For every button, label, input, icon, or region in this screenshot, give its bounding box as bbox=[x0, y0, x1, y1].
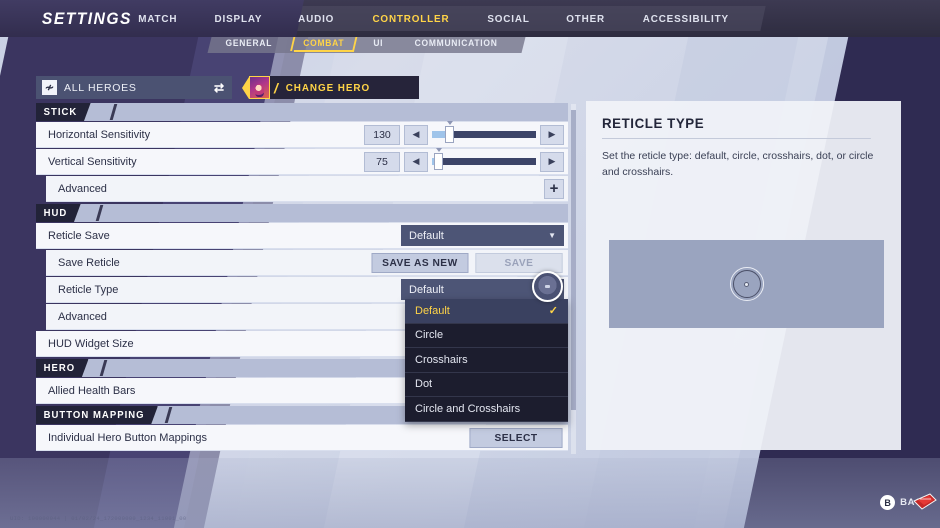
check-icon: ✓ bbox=[548, 305, 558, 318]
info-panel: RETICLE TYPE Set the reticle type: defau… bbox=[586, 101, 901, 450]
value-horizontal-sensitivity[interactable]: 130 bbox=[364, 124, 400, 145]
control-save-reticle: SAVE AS NEW SAVE bbox=[370, 252, 568, 273]
dropdown-option-circle-and-crosshairs-label: Circle and Crosshairs bbox=[415, 402, 521, 415]
dropdown-reticle-save-value: Default bbox=[409, 229, 444, 242]
reticle-preview-default-icon bbox=[729, 267, 764, 301]
section-slash-hud bbox=[95, 205, 104, 221]
page-title: SETTINGS bbox=[41, 8, 132, 28]
row-label-vertical-sensitivity: Vertical Sensitivity bbox=[48, 155, 137, 168]
row-label-reticle-save: Reticle Save bbox=[48, 229, 110, 242]
section-title-button-mapping: BUTTON MAPPING bbox=[36, 406, 158, 424]
save-button: SAVE bbox=[475, 252, 563, 273]
tab-social[interactable]: SOCIAL bbox=[471, 9, 545, 29]
row-label-reticle-type: Reticle Type bbox=[58, 283, 119, 296]
control-reticle-save: Default ▼ bbox=[401, 225, 568, 246]
info-panel-description: Set the reticle type: default, circle, c… bbox=[602, 150, 874, 179]
hero-portrait bbox=[249, 76, 270, 99]
control-stick-advanced: + bbox=[544, 178, 568, 199]
tab-other[interactable]: OTHER bbox=[550, 9, 621, 29]
cursor-dot-icon bbox=[545, 285, 550, 288]
b-button-icon: B bbox=[880, 495, 896, 510]
chevron-down-icon: ▼ bbox=[548, 231, 556, 240]
slider-tick-icon bbox=[435, 147, 442, 152]
row-save-reticle[interactable]: Save Reticle SAVE AS NEW SAVE bbox=[46, 250, 568, 276]
change-hero-label: CHANGE HERO bbox=[285, 81, 370, 94]
row-stick-advanced[interactable]: Advanced + bbox=[46, 176, 568, 202]
slider-vertical-sensitivity[interactable] bbox=[432, 147, 536, 172]
change-hero-group[interactable]: / CHANGE HERO bbox=[242, 76, 419, 99]
tab-match[interactable]: MATCH bbox=[122, 9, 193, 29]
row-label-save-reticle: Save Reticle bbox=[58, 256, 120, 269]
slider-knob[interactable] bbox=[434, 152, 443, 170]
slider-tick-icon bbox=[446, 120, 453, 125]
dropdown-option-default-label: Default bbox=[415, 304, 450, 317]
tab-display[interactable]: DISPLAY bbox=[198, 9, 278, 29]
info-panel-title: RETICLE TYPE bbox=[602, 115, 871, 139]
hand-cursor-icon bbox=[913, 493, 937, 510]
top-navigation-bar: SETTINGS MATCH DISPLAY AUDIO CONTROLLER … bbox=[0, 0, 940, 37]
dropdown-option-default[interactable]: Default ✓ bbox=[405, 299, 568, 324]
row-label-horizontal-sensitivity: Horizontal Sensitivity bbox=[48, 128, 151, 141]
increment-horizontal-sensitivity-icon[interactable]: ▶ bbox=[540, 124, 564, 145]
decrement-vertical-sensitivity-icon[interactable]: ◀ bbox=[404, 151, 428, 172]
tab-accessibility[interactable]: ACCESSIBILITY bbox=[627, 9, 745, 29]
tab-controller[interactable]: CONTROLLER bbox=[356, 9, 465, 29]
reticle-center-dot bbox=[745, 282, 748, 286]
row-horizontal-sensitivity[interactable]: Horizontal Sensitivity 130 ◀ ▶ bbox=[36, 120, 568, 148]
row-reticle-save[interactable]: Reticle Save Default ▼ bbox=[36, 223, 568, 249]
tab-audio[interactable]: AUDIO bbox=[283, 9, 351, 29]
section-title-hud: HUD bbox=[36, 204, 81, 222]
scrollbar-thumb[interactable] bbox=[571, 110, 576, 410]
dropdown-option-circle[interactable]: Circle bbox=[405, 324, 568, 348]
plus-icon[interactable]: + bbox=[544, 178, 564, 199]
control-horizontal-sensitivity: 130 ◀ ▶ bbox=[364, 120, 568, 145]
hero-roster-icon: ≁ bbox=[42, 80, 57, 95]
decrement-horizontal-sensitivity-icon[interactable]: ◀ bbox=[404, 124, 428, 145]
change-hero-button[interactable]: / CHANGE HERO bbox=[270, 76, 419, 99]
dropdown-option-crosshairs[interactable]: Crosshairs bbox=[405, 348, 568, 373]
subtab-combat-label: COMBAT bbox=[302, 38, 344, 48]
section-slash-stick bbox=[109, 104, 118, 120]
change-hero-slash-icon: / bbox=[274, 79, 278, 96]
section-slash-button-mapping bbox=[164, 407, 173, 423]
section-header-stick: STICK bbox=[36, 103, 568, 121]
main-tabs: MATCH DISPLAY AUDIO CONTROLLER SOCIAL OT… bbox=[120, 6, 749, 31]
subtab-combat-underline bbox=[293, 50, 354, 52]
control-individual-hero-button-mappings: SELECT bbox=[468, 427, 568, 448]
section-header-hud: HUD bbox=[36, 204, 568, 222]
row-label-stick-advanced: Advanced bbox=[58, 182, 107, 195]
all-heroes-label: ALL HEROES bbox=[64, 81, 137, 94]
dropdown-option-crosshairs-label: Crosshairs bbox=[415, 353, 468, 366]
build-version-text: UID: 100000944 | 01/02/24_172000000_1234… bbox=[10, 515, 187, 522]
save-as-new-button[interactable]: SAVE AS NEW bbox=[371, 252, 469, 273]
select-button[interactable]: SELECT bbox=[469, 427, 563, 448]
dropdown-option-circle-and-crosshairs[interactable]: Circle and Crosshairs bbox=[405, 397, 568, 422]
slider-horizontal-sensitivity[interactable] bbox=[432, 120, 536, 145]
dropdown-option-dot[interactable]: Dot bbox=[405, 373, 568, 397]
section-title-hero: HERO bbox=[36, 359, 89, 377]
section-title-stick: STICK bbox=[36, 103, 91, 121]
row-individual-hero-button-mappings[interactable]: Individual Hero Button Mappings SELECT bbox=[36, 425, 568, 451]
dropdown-reticle-type-value: Default bbox=[409, 283, 444, 296]
row-label-individual-hero-button-mappings: Individual Hero Button Mappings bbox=[48, 431, 207, 444]
dropdown-option-dot-label: Dot bbox=[415, 378, 433, 391]
reticle-preview-box bbox=[609, 240, 884, 328]
control-vertical-sensitivity: 75 ◀ ▶ bbox=[364, 147, 568, 172]
increment-vertical-sensitivity-icon[interactable]: ▶ bbox=[540, 151, 564, 172]
value-vertical-sensitivity[interactable]: 75 bbox=[364, 151, 400, 172]
slider-knob[interactable] bbox=[445, 125, 454, 143]
dropdown-reticle-save[interactable]: Default ▼ bbox=[401, 225, 564, 246]
reticle-type-dropdown-menu: Default ✓ Circle Crosshairs Dot Circle a… bbox=[405, 299, 568, 422]
dropdown-option-circle-label: Circle bbox=[415, 329, 444, 342]
section-slash-hero bbox=[99, 360, 108, 376]
swap-arrows-icon: ⇄ bbox=[213, 80, 224, 95]
settings-list-scrollbar[interactable] bbox=[571, 104, 576, 454]
hero-selector-row: ≁ ALL HEROES ⇄ / CHANGE HERO bbox=[36, 76, 419, 99]
all-heroes-selector[interactable]: ≁ ALL HEROES ⇄ bbox=[36, 76, 232, 99]
change-hero-arrow-accent bbox=[242, 76, 249, 99]
slider-track bbox=[432, 158, 536, 165]
row-vertical-sensitivity[interactable]: Vertical Sensitivity 75 ◀ ▶ bbox=[36, 147, 568, 175]
cursor-focus-ring bbox=[532, 271, 563, 302]
settings-screen: SETTINGS MATCH DISPLAY AUDIO CONTROLLER … bbox=[0, 0, 940, 528]
